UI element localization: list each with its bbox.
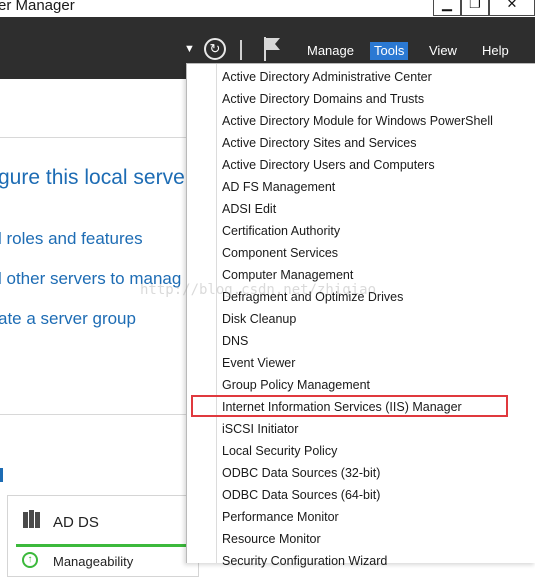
- menu-item-resource-monitor[interactable]: Resource Monitor: [222, 528, 321, 550]
- add-roles-link[interactable]: l roles and features: [0, 229, 143, 249]
- menu-item-active-directory-domains-and-trusts[interactable]: Active Directory Domains and Trusts: [222, 88, 424, 110]
- menu-item-component-services[interactable]: Component Services: [222, 242, 338, 264]
- menu-item-group-policy-management[interactable]: Group Policy Management: [222, 374, 370, 396]
- minimize-button[interactable]: ▁: [433, 0, 461, 16]
- menu-item-active-directory-users-and-computers[interactable]: Active Directory Users and Computers: [222, 154, 435, 176]
- menu-view[interactable]: View: [425, 42, 461, 60]
- configure-heading: gure this local serve: [0, 166, 185, 189]
- menu-item-certification-authority[interactable]: Certification Authority: [222, 220, 340, 242]
- menu-gutter: [216, 64, 217, 563]
- menu-help[interactable]: Help: [478, 42, 513, 60]
- menu-item-disk-cleanup[interactable]: Disk Cleanup: [222, 308, 296, 330]
- toolbar-divider: [240, 40, 242, 60]
- menu-item-active-directory-module-for-windows-powershell[interactable]: Active Directory Module for Windows Powe…: [222, 110, 493, 132]
- menu-item-event-viewer[interactable]: Event Viewer: [222, 352, 295, 374]
- close-button[interactable]: ✕: [489, 0, 535, 16]
- menu-item-ad-fs-management[interactable]: AD FS Management: [222, 176, 335, 198]
- menu-item-performance-monitor[interactable]: Performance Monitor: [222, 506, 339, 528]
- caret-down-icon[interactable]: ▼: [184, 43, 195, 55]
- menu-item-odbc-data-sources-32-bit[interactable]: ODBC Data Sources (32-bit): [222, 462, 380, 484]
- highlight-annotation: [191, 395, 508, 417]
- menu-item-odbc-data-sources-64-bit[interactable]: ODBC Data Sources (64-bit): [222, 484, 380, 506]
- server-icon: [23, 510, 40, 528]
- section-marker: [0, 468, 3, 482]
- menu-item-active-directory-administrative-center[interactable]: Active Directory Administrative Center: [222, 66, 432, 88]
- menu-item-security-configuration-wizard[interactable]: Security Configuration Wizard: [222, 550, 387, 572]
- menu-item-dns[interactable]: DNS: [222, 330, 248, 352]
- restore-icon: ❐: [469, 0, 481, 11]
- role-tile-ad-ds[interactable]: AD DS ↑ Manageability: [7, 495, 199, 577]
- maximize-button[interactable]: ❐: [461, 0, 489, 16]
- menu-item-iscsi-initiator[interactable]: iSCSI Initiator: [222, 418, 298, 440]
- watermark: http://blog.csdn.net/zhiqiao: [140, 282, 377, 298]
- close-icon: ✕: [506, 0, 518, 11]
- refresh-icon[interactable]: ↻: [204, 38, 226, 60]
- menu-item-active-directory-sites-and-services[interactable]: Active Directory Sites and Services: [222, 132, 417, 154]
- window-title: er Manager: [0, 0, 75, 14]
- create-server-group-link[interactable]: ate a server group: [0, 309, 136, 329]
- menu-manage[interactable]: Manage: [303, 42, 358, 60]
- minimize-icon: ▁: [442, 0, 452, 11]
- tile-title: AD DS: [53, 514, 99, 531]
- title-bar: er Manager ▁ ❐ ✕: [0, 0, 535, 17]
- up-arrow-icon: ↑: [22, 552, 38, 568]
- tile-status-bar: [16, 544, 196, 547]
- flag-icon[interactable]: [262, 36, 282, 62]
- menu-tools[interactable]: Tools: [370, 42, 409, 60]
- tools-menu: Active Directory Administrative Center Ac…: [186, 63, 535, 568]
- menu-item-adsi-edit[interactable]: ADSI Edit: [222, 198, 276, 220]
- menu-item-local-security-policy[interactable]: Local Security Policy: [222, 440, 337, 462]
